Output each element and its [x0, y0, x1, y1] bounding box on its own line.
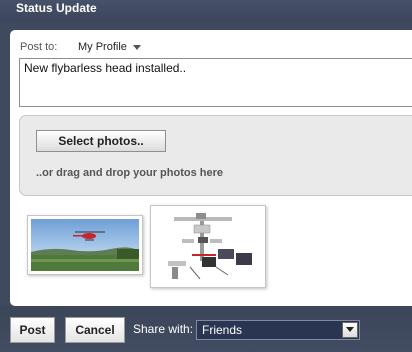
caret-down-icon: [132, 44, 141, 50]
post-to-label: Post to:: [20, 41, 58, 53]
profile-dropdown[interactable]: My Profile: [78, 41, 141, 53]
rotor-head-image: [154, 209, 262, 284]
post-button[interactable]: Post: [10, 317, 55, 343]
title-bar: Status Update: [0, 0, 412, 22]
share-with-value: Friends: [202, 323, 243, 337]
photo-thumbnail-flight[interactable]: [27, 215, 143, 275]
profile-dropdown-value: My Profile: [78, 41, 127, 53]
cancel-button[interactable]: Cancel: [65, 317, 125, 343]
action-bar: Post Cancel Share with: Friends: [0, 306, 412, 352]
select-photos-button[interactable]: Select photos..: [36, 130, 166, 152]
share-with-dropdown[interactable]: Friends: [196, 320, 360, 340]
post-to-row: Post to: My Profile: [20, 41, 141, 53]
drag-drop-hint: ..or drag and drop your photos here: [36, 167, 224, 179]
helicopter-flight-image: [31, 219, 139, 271]
chevron-down-icon[interactable]: [342, 322, 358, 338]
photo-drop-zone[interactable]: Select photos.. ..or drag and drop your …: [19, 115, 412, 196]
photo-thumbnail-rotor-head[interactable]: [150, 205, 266, 288]
share-with-label: Share with:: [133, 322, 194, 336]
status-update-panel: Post to: My Profile New flybarless head …: [10, 30, 412, 306]
window-title: Status Update: [16, 1, 97, 15]
status-text-input[interactable]: New flybarless head installed..: [19, 58, 412, 107]
